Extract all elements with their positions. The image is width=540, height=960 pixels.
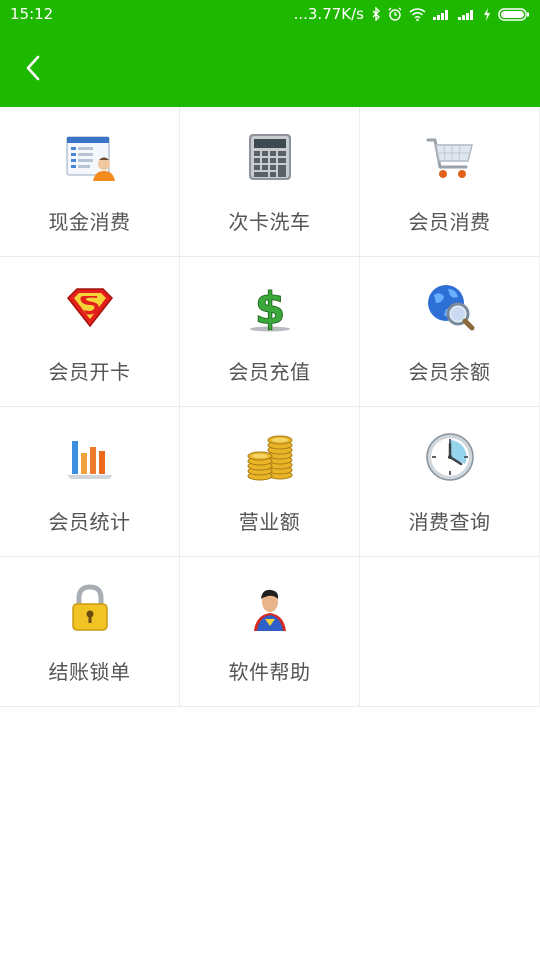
empty-grid-cell [360, 557, 540, 707]
cash-register-form-icon [64, 131, 116, 183]
globe-magnifier-icon [424, 281, 476, 333]
menu-item-label: 现金消费 [48, 210, 131, 234]
dollar-sign-icon: $ [244, 281, 296, 333]
coin-stacks-icon [244, 431, 296, 483]
menu-item-checkout-lock[interactable]: 结账锁单 [0, 557, 180, 707]
menu-item-revenue[interactable]: 营业额 [180, 407, 360, 557]
wifi-icon [409, 7, 426, 21]
menu-item-label: 会员充值 [228, 360, 311, 384]
menu-item-label: 会员统计 [48, 510, 131, 534]
menu-grid: 现金消费 次卡洗车 会员消费 会员开卡 $ 会员充值 会员余额 会员统计 营业额… [0, 107, 540, 707]
charging-icon [484, 7, 490, 21]
menu-item-open-card[interactable]: 会员开卡 [0, 257, 180, 407]
menu-item-member-stats[interactable]: 会员统计 [0, 407, 180, 557]
menu-item-label: 消费查询 [408, 510, 491, 534]
calculator-icon [244, 131, 296, 183]
menu-item-member-balance[interactable]: 会员余额 [360, 257, 540, 407]
signal-icon [433, 10, 448, 20]
padlock-icon [64, 581, 116, 633]
app-bar [0, 28, 540, 107]
alarm-icon [388, 7, 402, 21]
menu-item-card-wash[interactable]: 次卡洗车 [180, 107, 360, 257]
menu-item-label: 结账锁单 [48, 660, 131, 684]
battery-icon [498, 7, 529, 21]
menu-item-member-consume[interactable]: 会员消费 [360, 107, 540, 257]
chevron-left-icon [26, 55, 40, 81]
menu-item-label: 软件帮助 [228, 660, 311, 684]
signal-icon [458, 10, 473, 20]
menu-item-label: 会员开卡 [48, 360, 131, 384]
menu-item-label: 营业额 [238, 510, 301, 534]
menu-item-member-recharge[interactable]: $ 会员充值 [180, 257, 360, 407]
menu-item-consume-query[interactable]: 消费查询 [360, 407, 540, 557]
superman-shield-icon [64, 281, 116, 333]
status-icons: ...3.77K/s [294, 5, 530, 23]
bar-chart-icon [64, 431, 116, 483]
svg-text:$: $ [254, 283, 285, 333]
shopping-cart-icon [424, 131, 476, 183]
menu-item-label: 次卡洗车 [228, 210, 311, 234]
menu-item-label: 会员余额 [408, 360, 491, 384]
menu-item-cash-consume[interactable]: 现金消费 [0, 107, 180, 257]
superman-avatar-icon [244, 581, 296, 633]
back-button[interactable] [14, 48, 54, 88]
menu-item-software-help[interactable]: 软件帮助 [180, 557, 360, 707]
status-time: 15:12 [10, 5, 54, 23]
bluetooth-icon [372, 7, 380, 21]
network-speed: ...3.77K/s [293, 5, 364, 23]
status-bar: 15:12 ...3.77K/s [0, 0, 540, 28]
menu-item-label: 会员消费 [408, 210, 491, 234]
clock-icon [424, 431, 476, 483]
